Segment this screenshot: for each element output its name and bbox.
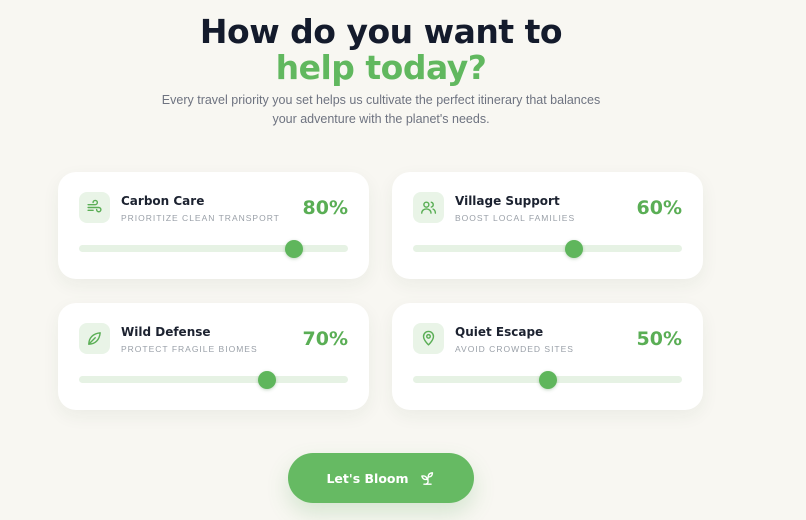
- priority-card-quiet-escape: Quiet Escape AVOID CROWDED SITES 50%: [392, 303, 703, 410]
- priority-title: Wild Defense: [121, 325, 211, 339]
- priority-subtitle: PRIORITIZE CLEAN TRANSPORT: [121, 213, 280, 223]
- priority-percent: 70%: [302, 328, 348, 350]
- priority-title: Quiet Escape: [455, 325, 544, 339]
- map-pin-icon: [413, 323, 444, 354]
- page-title-line1: How do you want to: [199, 12, 563, 51]
- priority-percent: 80%: [302, 197, 348, 219]
- priority-card-wild-defense: Wild Defense PROTECT FRAGILE BIOMES 70%: [58, 303, 369, 410]
- slider-thumb[interactable]: [538, 370, 557, 389]
- slider-thumb[interactable]: [285, 239, 304, 258]
- leaf-icon: [79, 323, 110, 354]
- priority-slider[interactable]: [413, 239, 682, 258]
- priority-page: How do you want to help today? Every tra…: [0, 0, 806, 520]
- lets-bloom-button[interactable]: Let's Bloom: [288, 453, 474, 503]
- slider-thumb[interactable]: [565, 239, 584, 258]
- priority-slider[interactable]: [79, 239, 348, 258]
- priority-title: Carbon Care: [121, 194, 205, 208]
- page-subtitle: Every travel priority you set helps us c…: [161, 93, 601, 126]
- priority-percent: 50%: [636, 328, 682, 350]
- priority-slider[interactable]: [79, 370, 348, 389]
- priority-percent: 60%: [636, 197, 682, 219]
- wind-icon: [79, 192, 110, 223]
- users-icon: [413, 192, 444, 223]
- priority-subtitle: AVOID CROWDED SITES: [455, 344, 574, 354]
- lets-bloom-label: Let's Bloom: [326, 470, 409, 486]
- priority-card-carbon-care: Carbon Care PRIORITIZE CLEAN TRANSPORT 8…: [58, 172, 369, 279]
- priority-slider[interactable]: [413, 370, 682, 389]
- priority-title: Village Support: [455, 194, 560, 208]
- page-title: How do you want to help today?: [0, 14, 762, 86]
- priority-subtitle: PROTECT FRAGILE BIOMES: [121, 344, 258, 354]
- priority-card-village-support: Village Support BOOST LOCAL FAMILIES 60%: [392, 172, 703, 279]
- page-title-line2: help today?: [275, 48, 487, 87]
- slider-thumb[interactable]: [258, 370, 277, 389]
- priority-subtitle: BOOST LOCAL FAMILIES: [455, 213, 576, 223]
- sprout-icon: [420, 471, 433, 485]
